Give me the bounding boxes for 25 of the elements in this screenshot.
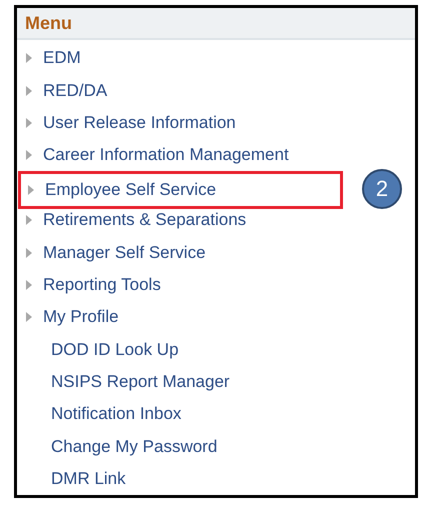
- menu-folder-item[interactable]: Reporting Tools: [17, 270, 169, 299]
- expand-arrow-icon: [25, 214, 33, 226]
- menu-link[interactable]: DOD ID Look Up: [17, 336, 187, 364]
- expand-arrow-icon: [27, 184, 35, 196]
- menu-link[interactable]: DMR Link: [17, 465, 134, 494]
- menu-link[interactable]: NSIPS Report Manager: [17, 368, 238, 396]
- menu-link[interactable]: Notification Inbox: [17, 400, 190, 428]
- expand-arrow-icon: [25, 52, 33, 64]
- menu-folder-item[interactable]: Manager Self Service: [17, 238, 214, 267]
- menu-title: Menu: [25, 12, 72, 34]
- expand-arrow-icon: [25, 116, 33, 129]
- expand-arrow-icon: [25, 278, 33, 291]
- menu-folder-item[interactable]: Retirements & Separations: [17, 206, 254, 234]
- menu-folder-item[interactable]: EDM: [17, 44, 89, 72]
- expand-arrow-icon: [25, 311, 33, 324]
- menu-link[interactable]: Change My Password: [17, 432, 226, 461]
- expand-arrow-icon: [25, 84, 33, 97]
- menu-folder-item[interactable]: User Release Information: [17, 108, 244, 137]
- menu-folder-item[interactable]: Career Information Management: [17, 141, 297, 170]
- step-callout: 2: [362, 168, 402, 209]
- menu-folder-item[interactable]: RED/DA: [17, 76, 116, 105]
- expand-arrow-icon: [25, 246, 33, 259]
- menu-folder-item[interactable]: Employee Self Service: [18, 170, 343, 209]
- expand-arrow-icon: [25, 149, 33, 162]
- menu-folder-item[interactable]: My Profile: [17, 303, 127, 332]
